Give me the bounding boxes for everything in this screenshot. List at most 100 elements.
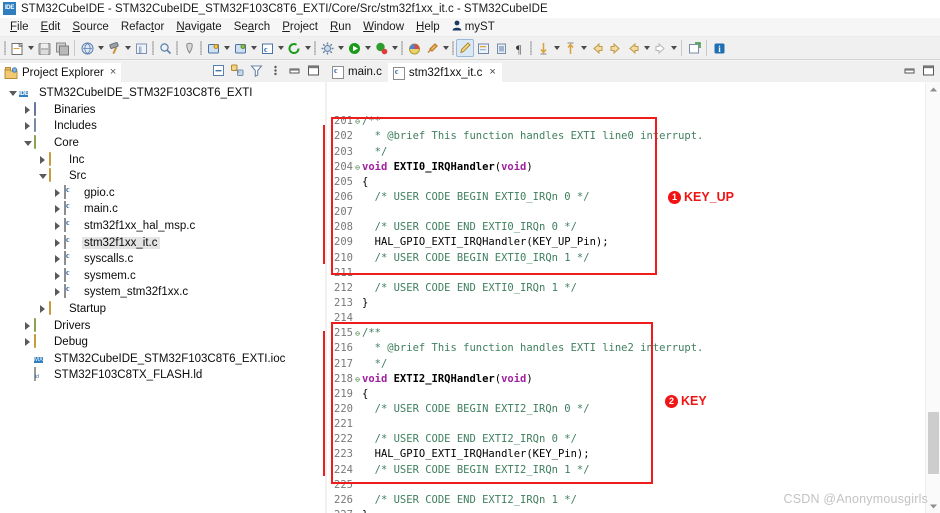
code-text[interactable]: 201 ⊖/** 202 * @brief This function handle…: [327, 82, 940, 513]
tab-stm32f1xx-it-c[interactable]: stm32f1xx_it.c ×: [387, 61, 502, 82]
information-icon[interactable]: i: [710, 39, 728, 57]
myst-account-button[interactable]: myST: [446, 20, 501, 34]
tree-item-gpio-c[interactable]: gpio.c: [0, 184, 325, 202]
menu-search[interactable]: Search: [228, 21, 276, 33]
menu-project[interactable]: Project: [276, 21, 324, 33]
back-icon[interactable]: [588, 39, 606, 57]
toggle-block-icon[interactable]: [474, 39, 492, 57]
code-line[interactable]: 210 /* USER CODE BEGIN EXTI0_IRQn 1 */: [327, 251, 940, 266]
code-line[interactable]: 203 */: [327, 145, 940, 160]
maximize-icon[interactable]: [921, 63, 936, 78]
tree-item-includes[interactable]: Includes: [0, 118, 325, 135]
menu-source[interactable]: Source: [66, 21, 114, 33]
twisty-closed-icon[interactable]: [21, 106, 34, 114]
run-icon[interactable]: [345, 39, 363, 57]
save-icon[interactable]: [35, 39, 53, 57]
tree-item-stm32cubeide-stm32f103c8t6-exti-ioc[interactable]: MX STM32CubeIDE_STM32F103C8T6_EXTI.ioc: [0, 351, 325, 368]
twisty-open-icon[interactable]: [21, 141, 34, 146]
debug-config-icon[interactable]: [231, 39, 249, 57]
editor-vertical-scrollbar[interactable]: [925, 82, 940, 513]
menu-help[interactable]: Help: [410, 21, 446, 33]
tab-project-explorer[interactable]: Project Explorer ×: [0, 61, 122, 82]
pin-dropdown-arrow[interactable]: [441, 39, 450, 57]
code-line[interactable]: 209 HAL_GPIO_EXTI_IRQHandler(KEY_UP_Pin)…: [327, 235, 940, 250]
profile-icon[interactable]: [372, 39, 390, 57]
profile-dropdown-arrow[interactable]: [390, 39, 399, 57]
search-icon[interactable]: [156, 39, 174, 57]
filter-icon[interactable]: [249, 63, 264, 78]
c-launch-icon[interactable]: c: [258, 39, 276, 57]
menu-refactor[interactable]: Refactor: [115, 21, 170, 33]
next-edit-dropdown-arrow[interactable]: [669, 39, 678, 57]
forward-icon[interactable]: [606, 39, 624, 57]
close-icon[interactable]: ×: [489, 67, 495, 78]
next-annotation-dropdown-arrow[interactable]: [552, 39, 561, 57]
build-config-icon[interactable]: ‖: [132, 39, 150, 57]
tree-item-stm32f1xx-it-c[interactable]: stm32f1xx_it.c: [0, 234, 325, 251]
code-line[interactable]: 224 /* USER CODE BEGIN EXTI2_IRQn 1 */: [327, 463, 940, 478]
build-all-icon[interactable]: [78, 39, 96, 57]
link-with-editor-icon[interactable]: [230, 63, 245, 78]
code-line[interactable]: 206 /* USER CODE BEGIN EXTI0_IRQn 0 */: [327, 190, 940, 205]
fold-collapse-icon[interactable]: ⊖: [353, 160, 362, 175]
menu-run[interactable]: Run: [324, 21, 357, 33]
external-tools-dropdown-arrow[interactable]: [336, 39, 345, 57]
menu-file[interactable]: File: [4, 21, 35, 33]
twisty-closed-icon[interactable]: [21, 338, 34, 346]
build-hammer-icon[interactable]: [105, 39, 123, 57]
twisty-open-icon[interactable]: [6, 91, 19, 96]
twisty-closed-icon[interactable]: [36, 305, 49, 313]
code-line[interactable]: 227}: [327, 508, 940, 513]
run-green-icon[interactable]: [285, 39, 303, 57]
clean-icon[interactable]: [180, 39, 198, 57]
collapse-all-icon[interactable]: [211, 63, 226, 78]
debug-icon[interactable]: [204, 39, 222, 57]
code-line[interactable]: 222 /* USER CODE END EXTI2_IRQn 0 */: [327, 432, 940, 447]
scrollbar-thumb[interactable]: [928, 412, 939, 474]
code-line[interactable]: 205 {: [327, 175, 940, 190]
code-line[interactable]: 217 */: [327, 357, 940, 372]
code-line[interactable]: 218 ⊖ void EXTI2_IRQHandler(void): [327, 372, 940, 387]
code-line[interactable]: 214: [327, 311, 940, 326]
tree-item-drivers[interactable]: Drivers: [0, 317, 325, 334]
code-editor[interactable]: 201 ⊖/** 202 * @brief This function handle…: [327, 82, 940, 513]
code-line[interactable]: 213}: [327, 296, 940, 311]
save-all-icon[interactable]: [53, 39, 71, 57]
menu-edit[interactable]: Edit: [35, 21, 67, 33]
twisty-closed-icon[interactable]: [51, 255, 64, 263]
open-perspective-icon[interactable]: [405, 39, 423, 57]
twisty-open-icon[interactable]: [36, 174, 49, 179]
tree-item-core[interactable]: Core: [0, 135, 325, 152]
twisty-closed-icon[interactable]: [21, 122, 34, 130]
tree-item-main-c[interactable]: main.c: [0, 201, 325, 218]
minimize-icon[interactable]: [287, 63, 302, 78]
next-annotation-icon[interactable]: [534, 39, 552, 57]
tree-item-syscalls-c[interactable]: syscalls.c: [0, 251, 325, 268]
code-line[interactable]: 201 ⊖/**: [327, 114, 940, 129]
tab-main-c[interactable]: main.c: [327, 61, 388, 82]
maximize-icon[interactable]: [306, 63, 321, 78]
tree-item-stm32cubeide-stm32f103c8t6-exti[interactable]: IDE STM32CubeIDE_STM32F103C8T6_EXTI: [0, 85, 325, 102]
toggle-mark-icon[interactable]: [492, 39, 510, 57]
twisty-closed-icon[interactable]: [51, 189, 64, 197]
code-line[interactable]: 221: [327, 417, 940, 432]
menu-window[interactable]: Window: [357, 21, 410, 33]
code-line[interactable]: 202 * @brief This function handles EXTI …: [327, 129, 940, 144]
menu-navigate[interactable]: Navigate: [170, 21, 227, 33]
show-whitespace-icon[interactable]: ¶: [510, 39, 528, 57]
new-icon[interactable]: [8, 39, 26, 57]
build-all-dropdown-arrow[interactable]: [96, 39, 105, 57]
code-line[interactable]: 223 HAL_GPIO_EXTI_IRQHandler(KEY_Pin);: [327, 447, 940, 462]
tree-item-system-stm32f1xx-c[interactable]: system_stm32f1xx.c: [0, 284, 325, 301]
fold-collapse-icon[interactable]: ⊖: [353, 372, 362, 387]
build-hammer-dropdown-arrow[interactable]: [123, 39, 132, 57]
view-menu-icon[interactable]: [268, 63, 283, 78]
debug-config-dropdown-arrow[interactable]: [249, 39, 258, 57]
code-line[interactable]: 212 /* USER CODE END EXTI0_IRQn 1 */: [327, 281, 940, 296]
fold-collapse-icon[interactable]: ⊖: [353, 326, 362, 341]
code-line[interactable]: 220 /* USER CODE BEGIN EXTI2_IRQn 0 */: [327, 402, 940, 417]
project-tree[interactable]: IDE STM32CubeIDE_STM32F103C8T6_EXTI Binari…: [0, 82, 325, 513]
scroll-up-icon[interactable]: [926, 82, 940, 96]
run-dropdown-arrow[interactable]: [363, 39, 372, 57]
new-window-icon[interactable]: [685, 39, 703, 57]
